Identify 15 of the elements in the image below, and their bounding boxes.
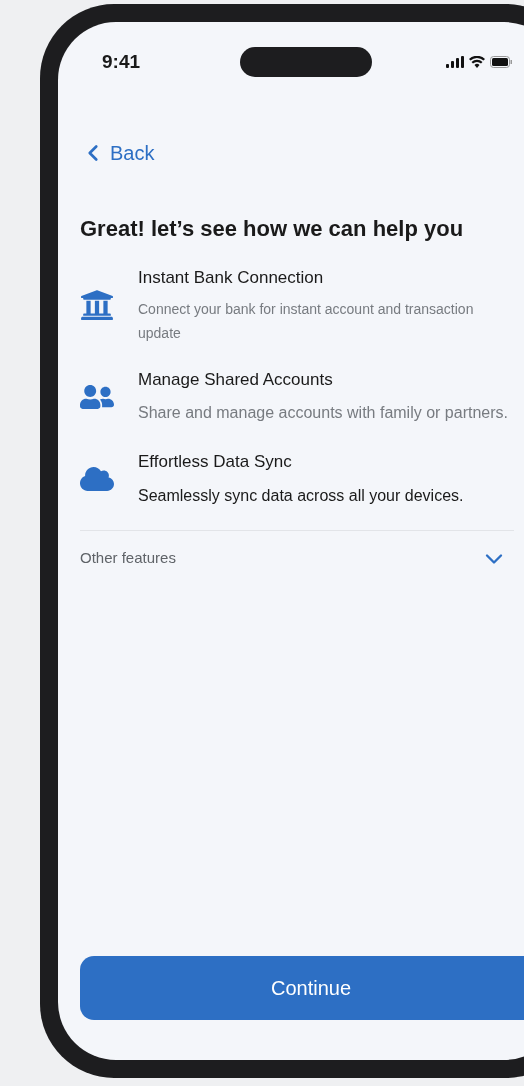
wifi-icon — [469, 56, 485, 68]
other-features-toggle[interactable]: Other features — [80, 544, 514, 573]
page-title: Great! let’s see how we can help you — [80, 215, 465, 243]
back-button[interactable]: Back — [80, 138, 155, 168]
feature-title: Instant Bank Connection — [138, 267, 325, 289]
feature-title: Manage Shared Accounts — [138, 368, 334, 391]
signal-icon — [446, 56, 464, 68]
feature-description: Seamlessly sync data across all your devices. — [138, 485, 464, 506]
continue-button[interactable]: Continue — [80, 956, 524, 1020]
feature-description: Connect your bank for instant account and transaction update — [138, 299, 475, 343]
status-time: 9:41 — [101, 49, 141, 74]
feature-description: Share and manage accounts with family or partners. — [138, 403, 508, 423]
battery-icon — [490, 56, 512, 68]
feature-title: Effortless Data Sync — [138, 451, 293, 473]
bank-icon — [80, 287, 114, 322]
